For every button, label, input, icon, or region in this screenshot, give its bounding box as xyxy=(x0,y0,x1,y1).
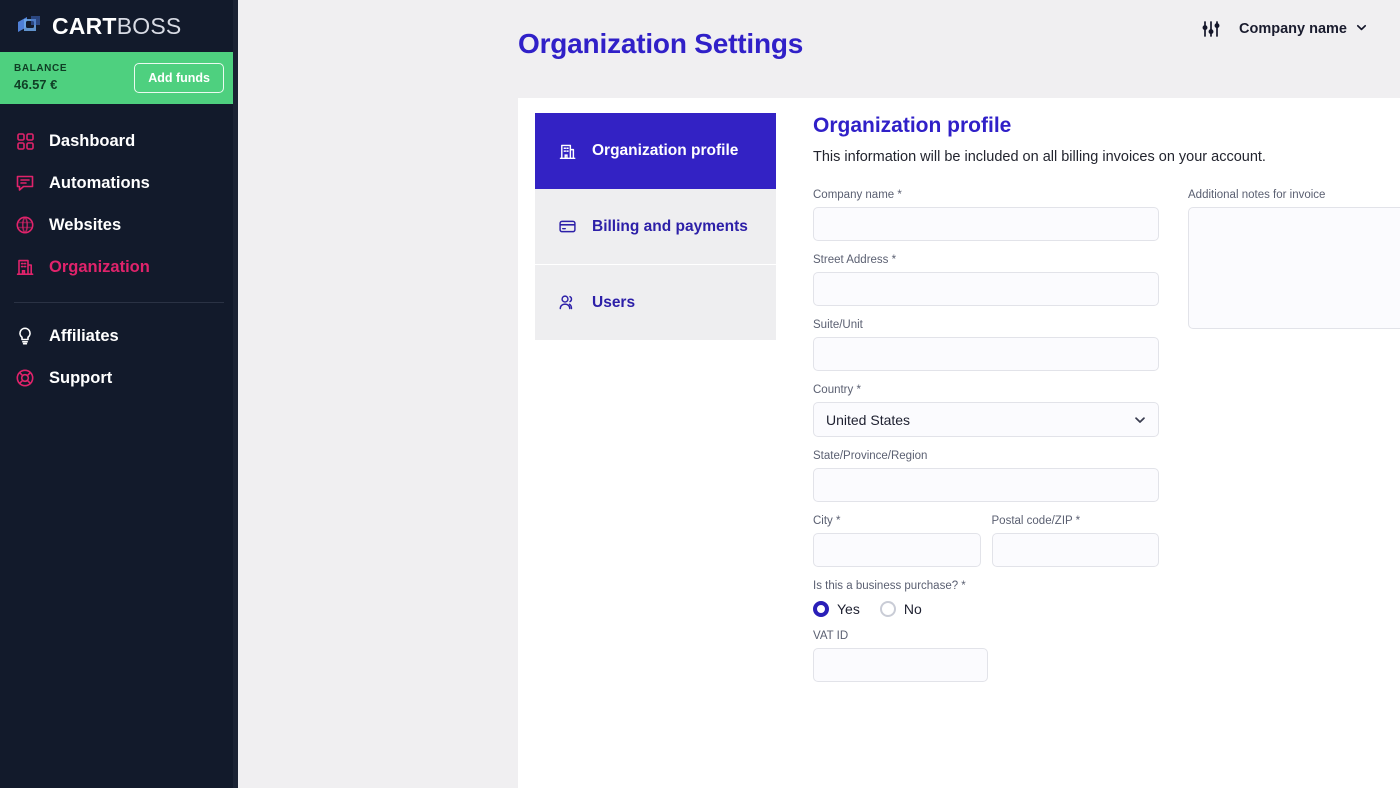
sidebar-item-label: Affiliates xyxy=(49,326,119,345)
balance-bar: BALANCE 46.57 € Add funds xyxy=(0,52,238,104)
field-suite-unit: Suite/Unit xyxy=(813,319,1159,371)
radio-option-no[interactable]: No xyxy=(879,601,922,617)
credit-card-icon xyxy=(557,216,578,237)
sliders-icon[interactable] xyxy=(1201,19,1221,39)
city-input[interactable] xyxy=(813,533,981,567)
sidebar-item-label: Automations xyxy=(49,173,150,192)
company-name-input[interactable] xyxy=(813,207,1159,241)
field-company-name: Company name * xyxy=(813,189,1159,241)
radio-label-yes: Yes xyxy=(837,601,860,617)
radio-indicator-yes xyxy=(813,601,829,617)
tab-organization-profile[interactable]: Organization profile xyxy=(535,113,776,189)
sidebar-item-websites[interactable]: Websites xyxy=(0,204,238,246)
sidebar-item-organization[interactable]: Organization xyxy=(0,246,238,288)
field-postal-code: Postal code/ZIP * xyxy=(991,515,1159,567)
balance-amount: 46.57 € xyxy=(14,77,58,93)
sidebar-item-label: Organization xyxy=(49,257,150,276)
building-icon xyxy=(14,256,36,278)
logo-text: CARTBOSS xyxy=(52,13,181,40)
company-name-label: Company name * xyxy=(813,189,902,201)
country-select[interactable]: United States xyxy=(813,402,1159,437)
tab-label: Billing and payments xyxy=(592,217,748,235)
grid-icon xyxy=(14,130,36,152)
sidebar: CARTBOSS BALANCE 46.57 € Add funds Dashb… xyxy=(0,0,238,788)
form-column-left: Company name * Street Address * Suite/Un… xyxy=(813,189,1159,695)
additional-notes-label: Additional notes for invoice xyxy=(1188,189,1326,201)
balance-info: BALANCE 46.57 € xyxy=(14,62,67,94)
settings-tabs: Organization profile Billing and payment… xyxy=(518,98,776,788)
lifebuoy-icon xyxy=(14,367,36,389)
field-vat-id: VAT ID xyxy=(813,630,988,682)
vat-id-input[interactable] xyxy=(813,648,988,682)
building-icon xyxy=(557,141,578,162)
topbar: Company name xyxy=(238,0,1400,58)
business-purchase-label: Is this a business purchase? * xyxy=(813,580,966,592)
content-card: Organization profile Billing and payment… xyxy=(518,98,1400,788)
form-subtitle: This information will be included on all… xyxy=(813,149,1266,165)
users-icon xyxy=(557,292,578,313)
app-root: CARTBOSS BALANCE 46.57 € Add funds Dashb… xyxy=(0,0,1400,788)
suite-unit-input[interactable] xyxy=(813,337,1159,371)
cube-logo-icon xyxy=(14,11,44,41)
field-city: City * xyxy=(813,515,981,567)
radio-label-no: No xyxy=(903,601,922,617)
additional-notes-textarea[interactable] xyxy=(1188,207,1400,329)
state-input[interactable] xyxy=(813,468,1159,502)
organization-profile-form: Organization profile This information wi… xyxy=(776,98,1400,788)
field-additional-notes: Additional notes for invoice xyxy=(1188,189,1400,334)
balance-label: BALANCE xyxy=(14,62,68,74)
field-business-purchase: Is this a business purchase? * Yes No xyxy=(813,580,1159,617)
page-title: Organization Settings xyxy=(518,28,804,59)
business-purchase-radio-group: Yes No xyxy=(813,601,1159,617)
field-state: State/Province/Region xyxy=(813,450,1159,502)
radio-option-yes[interactable]: Yes xyxy=(813,601,860,617)
suite-unit-label: Suite/Unit xyxy=(813,319,863,331)
sidebar-item-automations[interactable]: Automations xyxy=(0,162,238,204)
radio-indicator-no xyxy=(879,601,896,617)
sidebar-nav: Dashboard Automations Websites Organizat… xyxy=(0,104,238,399)
street-address-label: Street Address * xyxy=(813,254,897,266)
field-street-address: Street Address * xyxy=(813,254,1159,306)
company-selector-label: Company name xyxy=(1239,21,1347,37)
form-title: Organization profile xyxy=(813,114,1012,137)
add-funds-button[interactable]: Add funds xyxy=(134,63,224,93)
tab-label: Users xyxy=(592,293,636,311)
postal-code-input[interactable] xyxy=(991,533,1159,567)
logo-text-secondary: BOSS xyxy=(116,12,182,39)
chat-bubble-icon xyxy=(14,172,36,194)
sidebar-item-label: Support xyxy=(49,368,113,387)
state-label: State/Province/Region xyxy=(813,450,928,462)
logo[interactable]: CARTBOSS xyxy=(0,0,238,52)
field-country: Country * United States xyxy=(813,384,1159,437)
chevron-down-icon xyxy=(1355,21,1368,38)
lightbulb-icon xyxy=(14,325,36,347)
sidebar-item-support[interactable]: Support xyxy=(0,357,238,399)
city-label: City * xyxy=(813,515,841,527)
logo-text-primary: CART xyxy=(52,12,117,39)
vat-id-label: VAT ID xyxy=(813,630,849,642)
tab-label: Organization profile xyxy=(592,142,739,159)
sidebar-item-affiliates[interactable]: Affiliates xyxy=(0,315,238,357)
sidebar-item-label: Dashboard xyxy=(49,131,136,150)
main-content: Company name Organization Settings Organ… xyxy=(238,0,1400,788)
street-address-input[interactable] xyxy=(813,272,1159,306)
globe-icon xyxy=(14,214,36,236)
form-column-right: Additional notes for invoice xyxy=(1188,189,1400,695)
tab-billing-and-payments[interactable]: Billing and payments xyxy=(535,189,776,265)
sidebar-divider xyxy=(14,302,224,303)
sidebar-item-label: Websites xyxy=(49,215,122,234)
postal-code-label: Postal code/ZIP * xyxy=(991,515,1081,527)
country-label: Country * xyxy=(813,384,861,396)
company-selector[interactable]: Company name xyxy=(1239,21,1368,38)
tab-users[interactable]: Users xyxy=(535,265,776,341)
sidebar-item-dashboard[interactable]: Dashboard xyxy=(0,120,238,162)
